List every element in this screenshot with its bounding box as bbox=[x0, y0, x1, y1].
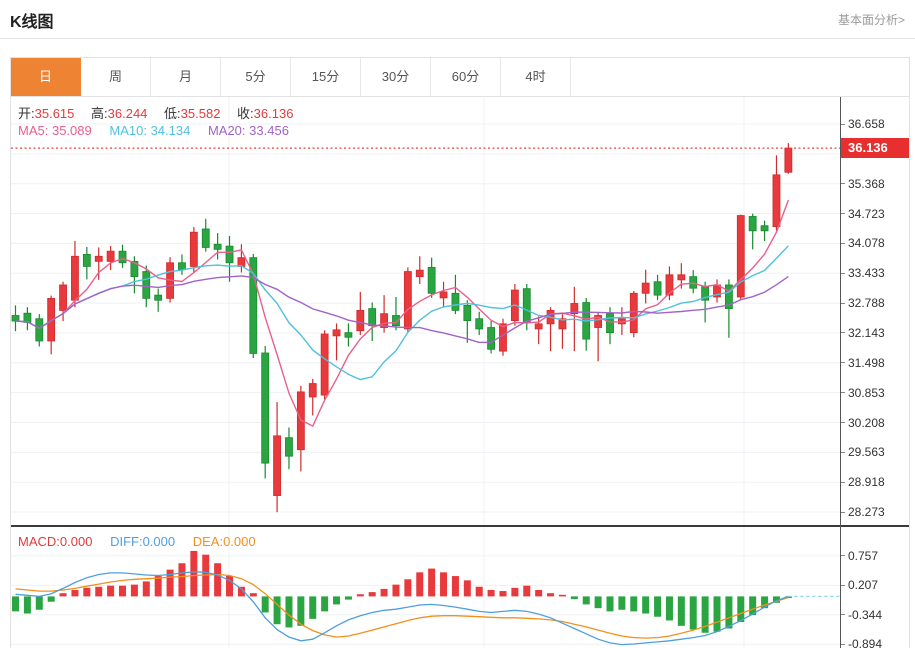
axis-tick-label: 34.078 bbox=[841, 235, 885, 251]
high-value: 36.244 bbox=[108, 106, 148, 121]
tab-60min[interactable]: 60分 bbox=[431, 58, 501, 96]
topbar: K线图 基本面分析> bbox=[0, 0, 915, 32]
axis-tick-label: 32.143 bbox=[841, 325, 885, 341]
axis-tick-label: 29.563 bbox=[841, 444, 885, 460]
price-axis: 36.65836.01335.36834.72334.07833.43332.7… bbox=[840, 97, 909, 648]
axis-tick-label: 28.918 bbox=[841, 474, 885, 490]
open-value: 35.615 bbox=[35, 106, 75, 121]
page-title: K线图 bbox=[10, 8, 54, 32]
tab-month[interactable]: 月 bbox=[151, 58, 221, 96]
low-label: 低: bbox=[164, 106, 181, 121]
axis-tick-label: 28.273 bbox=[841, 504, 885, 520]
ma20-readout: MA20: 33.456 bbox=[208, 123, 289, 138]
macd-value: MACD:0.000 bbox=[18, 534, 92, 549]
axis-tick-label: 0.207 bbox=[841, 577, 878, 593]
ma10-readout: MA10: 34.134 bbox=[109, 123, 190, 138]
diff-value: DIFF:0.000 bbox=[110, 534, 175, 549]
open-label: 开: bbox=[18, 106, 35, 121]
axis-tick-label: 32.788 bbox=[841, 295, 885, 311]
fundamental-analysis-link[interactable]: 基本面分析> bbox=[838, 11, 905, 28]
candlestick-chart[interactable] bbox=[11, 97, 840, 525]
close-label: 收: bbox=[237, 106, 254, 121]
tab-day[interactable]: 日 bbox=[11, 58, 81, 96]
high-label: 高: bbox=[91, 106, 108, 121]
axis-tick-label: 33.433 bbox=[841, 265, 885, 281]
tab-15min[interactable]: 15分 bbox=[291, 58, 361, 96]
low-value: 35.582 bbox=[181, 106, 221, 121]
axis-tick-label: 0.757 bbox=[841, 548, 878, 564]
axis-tick-label: 31.498 bbox=[841, 355, 885, 371]
tab-week[interactable]: 周 bbox=[81, 58, 151, 96]
ma5-readout: MA5: 35.089 bbox=[18, 123, 92, 138]
ma-readout: MA5: 35.089 MA10: 34.134 MA20: 33.456 bbox=[18, 123, 303, 138]
current-price-badge: 36.136 bbox=[841, 138, 909, 158]
axis-tick-label: -0.894 bbox=[841, 636, 882, 648]
macd-readout: MACD:0.000 DIFF:0.000 DEA:0.000 bbox=[18, 534, 270, 549]
ohlc-readout: 开:35.615 高:36.244 低:35.582 收:36.136 bbox=[18, 103, 306, 122]
axis-tick-label: -0.344 bbox=[841, 607, 882, 623]
kline-widget: 日 周 月 5分 15分 30分 60分 4时 开:35.615 高:36.24… bbox=[10, 57, 910, 648]
tab-30min[interactable]: 30分 bbox=[361, 58, 431, 96]
close-value: 36.136 bbox=[254, 106, 294, 121]
dea-value: DEA:0.000 bbox=[193, 534, 256, 549]
tab-5min[interactable]: 5分 bbox=[221, 58, 291, 96]
axis-tick-label: 30.853 bbox=[841, 385, 885, 401]
axis-tick-label: 34.723 bbox=[841, 206, 885, 222]
interval-tabs: 日 周 月 5分 15分 30分 60分 4时 bbox=[11, 58, 909, 97]
header-divider bbox=[0, 38, 915, 39]
axis-tick-label: 30.208 bbox=[841, 415, 885, 431]
axis-tick-label: 36.658 bbox=[841, 116, 885, 132]
chart-area: 开:35.615 高:36.244 低:35.582 收:36.136 MA5:… bbox=[11, 97, 909, 648]
axis-tick-label: 35.368 bbox=[841, 176, 885, 192]
tab-4hour[interactable]: 4时 bbox=[501, 58, 571, 96]
